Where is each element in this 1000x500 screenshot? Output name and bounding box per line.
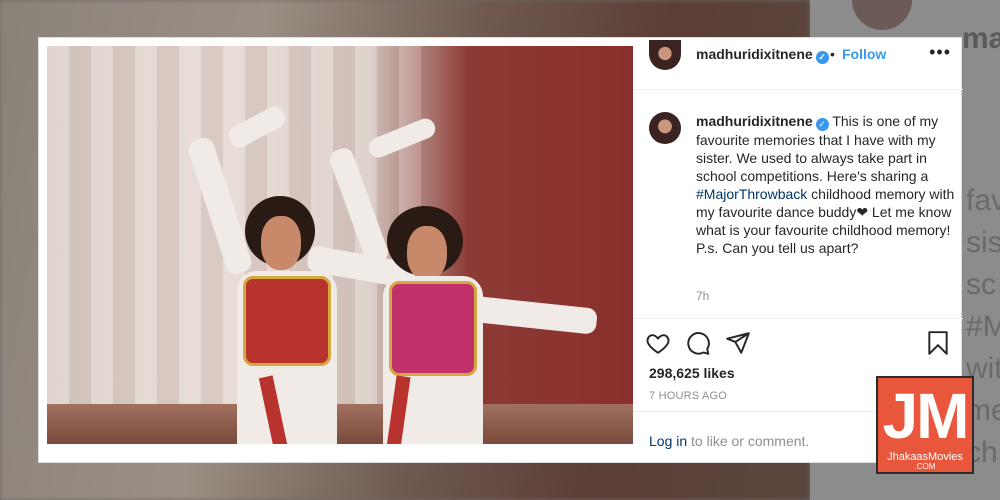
caption-text: madhuridixitnene ✓ This is one of my favo… — [696, 112, 958, 257]
instagram-post-card: madhuridixitnene ✓ • Follow ••• madhuridi… — [38, 37, 963, 463]
post-timestamp[interactable]: 7 HOURS AGO — [649, 390, 727, 402]
login-prompt-text: to like or comment. — [687, 433, 810, 449]
caption-avatar[interactable] — [649, 112, 681, 144]
post-photo[interactable] — [47, 46, 633, 444]
follow-button[interactable]: Follow — [842, 46, 886, 62]
background-username: ma — [962, 22, 1000, 55]
dancer-right — [317, 115, 633, 444]
post-header: madhuridixitnene ✓ • Follow ••• — [633, 38, 963, 90]
separator-dot: • — [830, 46, 835, 62]
more-icon[interactable]: ••• — [929, 42, 951, 63]
author-avatar[interactable] — [649, 40, 681, 70]
watermark-suffix: .COM — [914, 462, 936, 471]
verified-icon: ✓ — [815, 118, 829, 131]
comment-icon[interactable] — [685, 330, 711, 356]
comment-timestamp[interactable]: 7h — [696, 289, 709, 303]
login-link[interactable]: Log in — [649, 433, 687, 449]
watermark-letters: JM — [882, 380, 970, 452]
verified-icon: ✓ — [815, 51, 829, 64]
watermark-logo: JM JhakaasMovies .COM — [876, 376, 974, 474]
heart-icon[interactable] — [645, 330, 671, 356]
share-icon[interactable] — [725, 330, 751, 356]
hashtag-link[interactable]: #MajorThrowback — [696, 186, 807, 202]
caption-ps: P.s. Can you tell us apart? — [696, 240, 859, 256]
author-username-link[interactable]: madhuridixitnene ✓ — [696, 46, 829, 64]
likes-count[interactable]: 298,625 likes — [649, 365, 735, 381]
bookmark-icon[interactable] — [925, 330, 951, 356]
author-username[interactable]: madhuridixitnene — [696, 46, 813, 62]
caption-username[interactable]: madhuridixitnene — [696, 113, 813, 129]
